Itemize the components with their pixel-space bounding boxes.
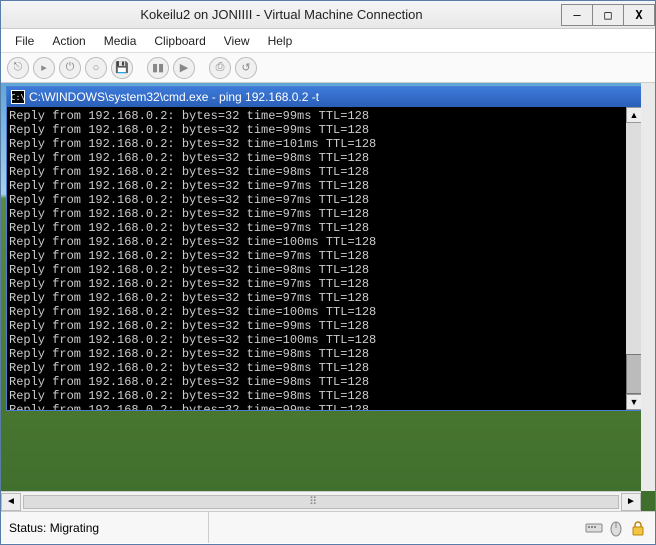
scroll-up-button[interactable]: ▲ — [626, 107, 642, 123]
revert-icon[interactable]: ↺ — [235, 57, 257, 79]
cmd-title-bar[interactable]: C:\ C:\WINDOWS\system32\cmd.exe - ping 1… — [7, 87, 642, 107]
cmd-scrollbar[interactable]: ▲ ▼ — [626, 107, 642, 410]
shutdown-icon[interactable]: ○ — [85, 57, 107, 79]
lock-icon — [629, 519, 647, 537]
menu-clipboard[interactable]: Clipboard — [146, 32, 213, 50]
hscroll-thumb[interactable] — [23, 495, 619, 509]
pause-icon[interactable]: ▮▮ — [147, 57, 169, 79]
status-icons — [585, 519, 647, 537]
checkpoint-icon[interactable]: ⎙ — [209, 57, 231, 79]
menu-media[interactable]: Media — [96, 32, 145, 50]
save-icon[interactable]: 💾 — [111, 57, 133, 79]
maximize-button[interactable]: □ — [592, 4, 624, 26]
cmd-window[interactable]: C:\ C:\WINDOWS\system32\cmd.exe - ping 1… — [6, 86, 643, 411]
status-text: Status: Migrating — [9, 512, 209, 543]
scroll-down-button[interactable]: ▼ — [626, 394, 642, 410]
keyboard-icon — [585, 519, 603, 537]
mouse-icon — [607, 519, 625, 537]
outer-horizontal-scrollbar[interactable]: ◄ ► — [1, 491, 641, 511]
cmd-icon: C:\ — [11, 90, 25, 104]
reset-icon[interactable]: ▶ — [173, 57, 195, 79]
toolbar-separator — [137, 57, 143, 79]
cmd-body[interactable]: Reply from 192.168.0.2: bytes=32 time=99… — [7, 107, 642, 410]
menu-help[interactable]: Help — [260, 32, 301, 50]
minimize-button[interactable]: – — [561, 4, 593, 26]
cmd-title-text: C:\WINDOWS\system32\cmd.exe - ping 192.1… — [29, 90, 319, 104]
title-bar: Kokeilu2 on JONIIII - Virtual Machine Co… — [1, 1, 655, 29]
turnoff-icon[interactable]: ⏻ — [59, 57, 81, 79]
toolbar-separator — [199, 57, 205, 79]
window-title: Kokeilu2 on JONIIII - Virtual Machine Co… — [1, 7, 562, 22]
cmd-output: Reply from 192.168.0.2: bytes=32 time=99… — [7, 107, 642, 410]
menu-action[interactable]: Action — [44, 32, 93, 50]
outer-vertical-scrollbar[interactable] — [641, 83, 655, 491]
ctrl-alt-del-icon[interactable]: ⎋ — [7, 57, 29, 79]
window-controls: – □ X — [562, 4, 655, 26]
scroll-thumb[interactable] — [626, 354, 642, 394]
toolbar: ⎋ ▸ ⏻ ○ 💾 ▮▮ ▶ ⎙ ↺ — [1, 53, 655, 83]
hscroll-right-button[interactable]: ► — [621, 493, 641, 511]
vm-display-area[interactable]: C:\ C:\WINDOWS\system32\cmd.exe - ping 1… — [1, 83, 655, 511]
close-button[interactable]: X — [623, 4, 655, 26]
hscroll-left-button[interactable]: ◄ — [1, 493, 21, 511]
menu-file[interactable]: File — [7, 32, 42, 50]
start-icon[interactable]: ▸ — [33, 57, 55, 79]
menu-view[interactable]: View — [216, 32, 258, 50]
menu-bar: File Action Media Clipboard View Help — [1, 29, 655, 53]
status-bar: Status: Migrating — [1, 511, 655, 543]
